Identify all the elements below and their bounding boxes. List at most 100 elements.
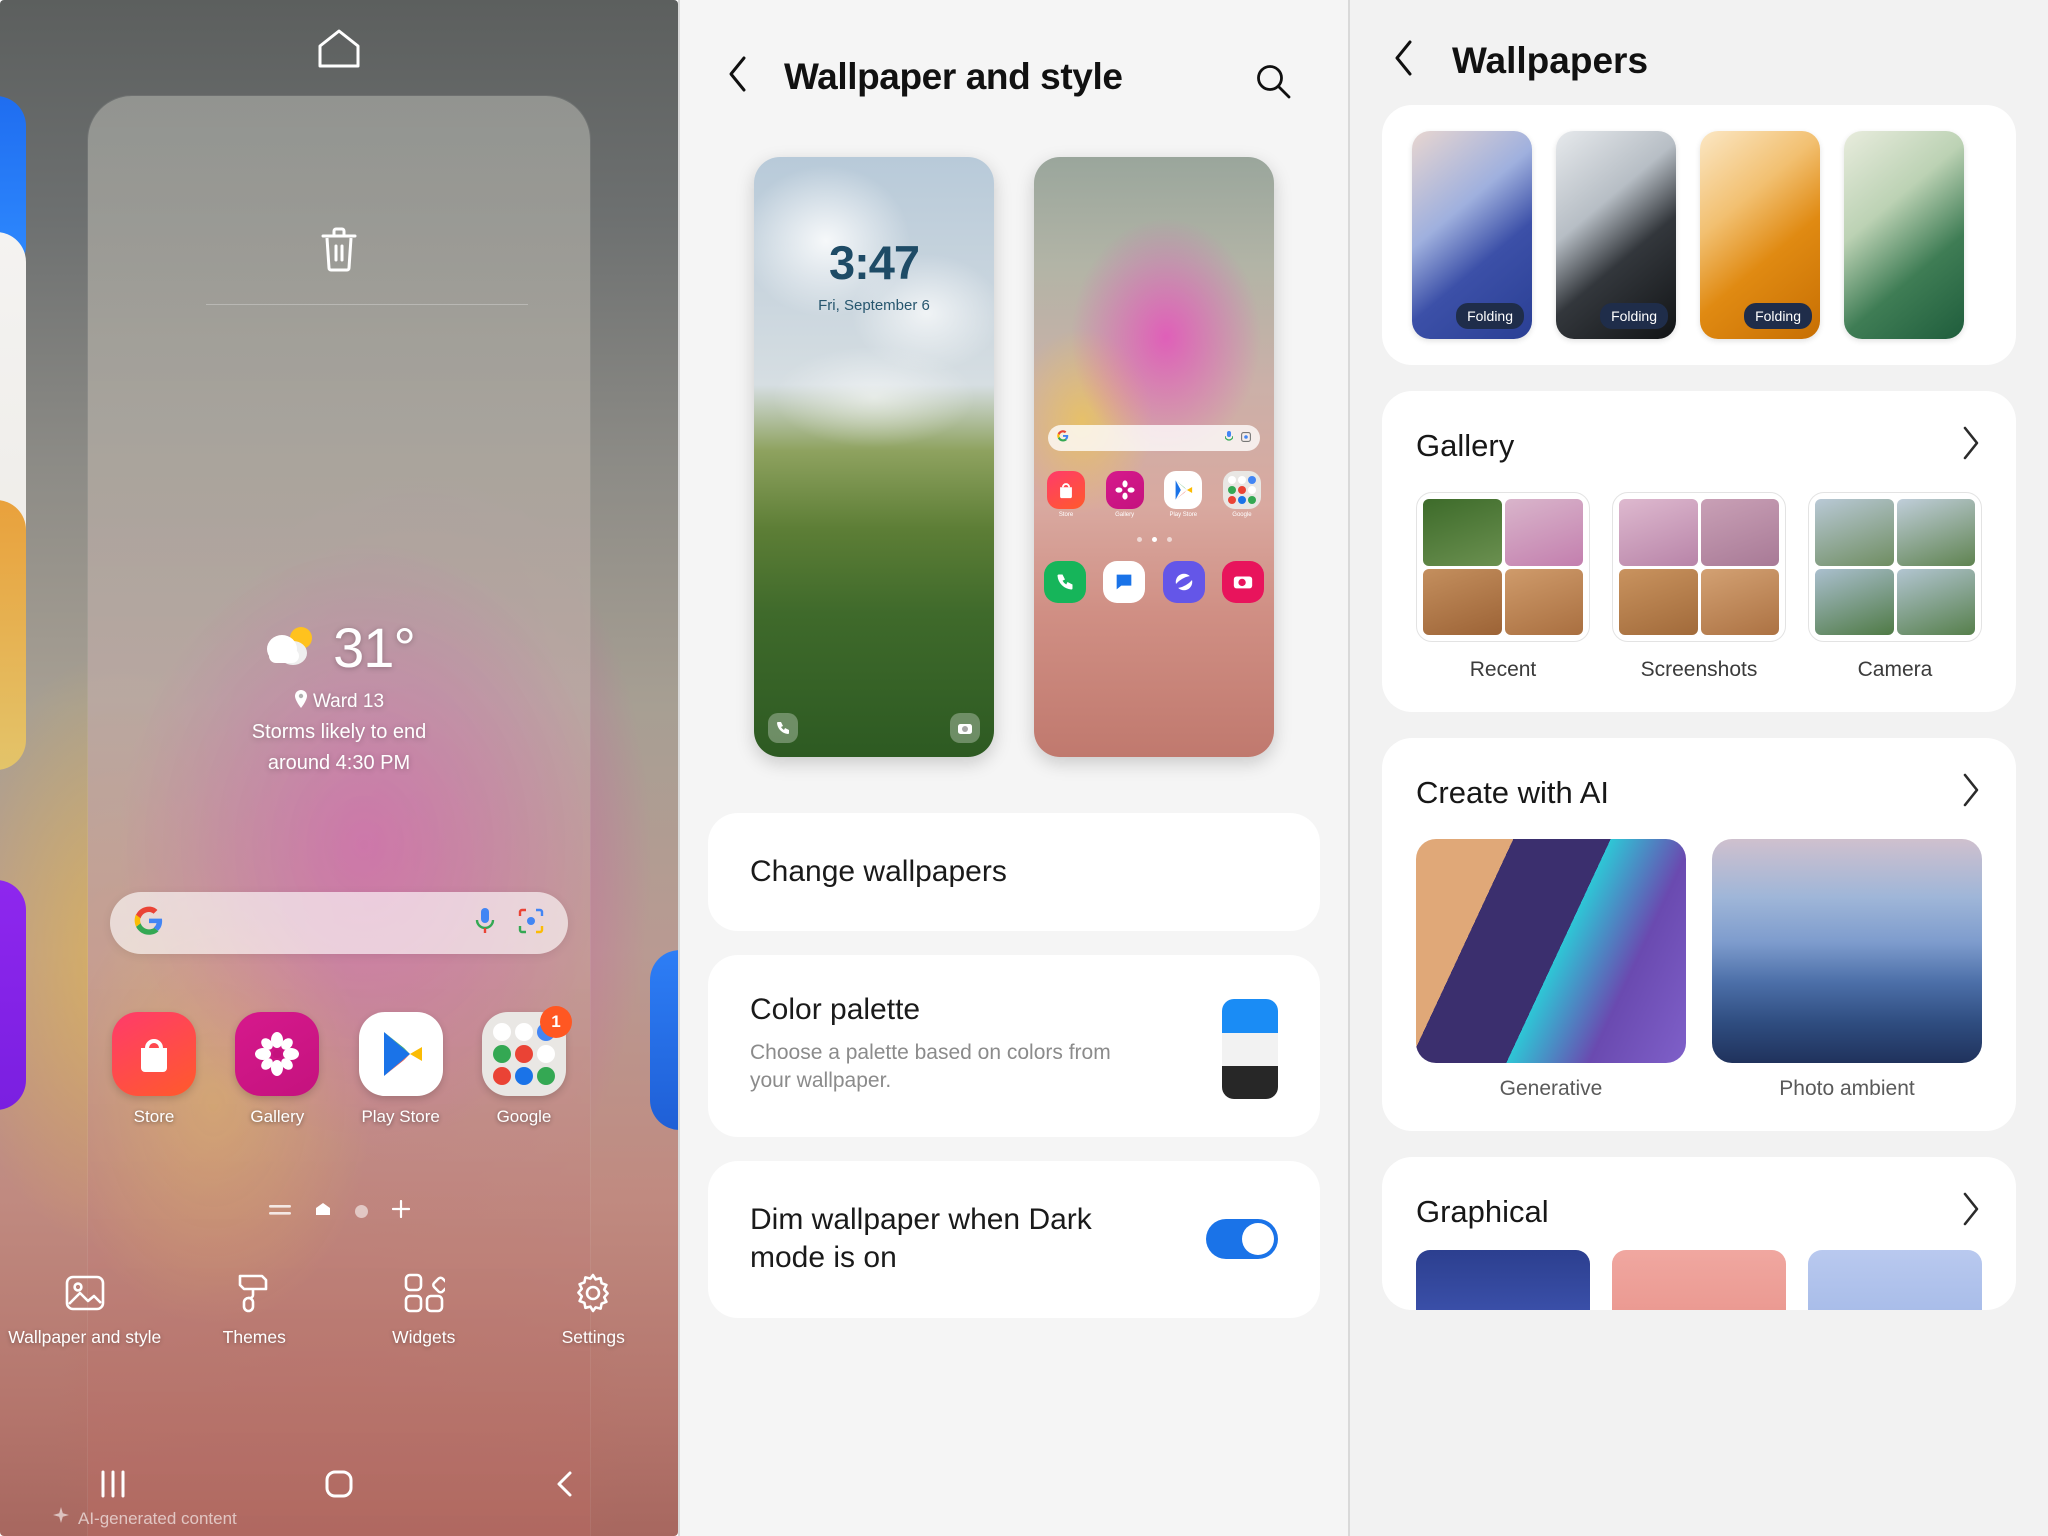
graphical-thumb[interactable] xyxy=(1808,1250,1982,1310)
toolbar-settings[interactable]: Settings xyxy=(509,1270,679,1348)
page-dot xyxy=(1151,537,1157,542)
gallery-items: Recent Screenshots Camera xyxy=(1382,466,2016,712)
divider xyxy=(206,304,528,305)
system-navbar xyxy=(0,1458,678,1510)
app-gallery[interactable]: Gallery xyxy=(223,1012,331,1127)
gallery-thumb xyxy=(1808,492,1982,642)
back-chevron-icon[interactable] xyxy=(1392,38,1416,83)
wallpapers-header: Wallpapers xyxy=(1350,0,2048,83)
lock-date: Fri, September 6 xyxy=(818,297,930,314)
color-palette-swatch[interactable] xyxy=(1222,999,1278,1099)
preview-app: Google xyxy=(1220,471,1264,518)
ai-item-photo-ambient[interactable]: Photo ambient xyxy=(1712,839,1982,1101)
pages-list-icon[interactable] xyxy=(268,1203,291,1221)
app-google-folder[interactable]: 1 Google xyxy=(470,1006,578,1127)
wallpaper-previews: 3:47 Fri, September 6 Store Gallery Play… xyxy=(680,157,1348,757)
folding-wallpapers-carousel[interactable]: Folding Folding Folding xyxy=(1382,105,2016,365)
ai-item-generative[interactable]: Generative xyxy=(1416,839,1686,1101)
ai-label: Photo ambient xyxy=(1779,1077,1915,1100)
color-palette-row[interactable]: Color palette Choose a palette based on … xyxy=(708,955,1320,1137)
graphical-section[interactable]: Graphical xyxy=(1382,1157,2016,1310)
app-store[interactable]: Store xyxy=(100,1012,208,1127)
graphical-thumb[interactable] xyxy=(1612,1250,1786,1310)
lock-screen-preview[interactable]: 3:47 Fri, September 6 xyxy=(754,157,994,757)
page-dot[interactable] xyxy=(354,1205,368,1218)
wallpaper-and-style-panel: Wallpaper and style 3:47 Fri, September … xyxy=(678,0,1348,1536)
phone-icon[interactable] xyxy=(768,713,798,743)
home-icon[interactable] xyxy=(316,28,362,68)
swatch-color-1 xyxy=(1222,999,1278,1033)
chevron-right-icon[interactable] xyxy=(1960,772,1982,813)
search-icon[interactable] xyxy=(1254,62,1292,105)
folding-wallpaper-thumb[interactable]: Folding xyxy=(1412,131,1532,339)
toolbar-themes[interactable]: Themes xyxy=(170,1270,340,1348)
mic-icon[interactable] xyxy=(474,906,496,941)
recents-icon[interactable] xyxy=(0,1458,226,1510)
preview-search-bar xyxy=(1048,425,1260,451)
thumb-cell xyxy=(1815,499,1894,566)
lens-icon xyxy=(1241,429,1251,447)
dim-wallpaper-row[interactable]: Dim wallpaper when Dark mode is on xyxy=(708,1161,1320,1318)
preview-page-dots xyxy=(1034,537,1274,542)
gallery-item-recent[interactable]: Recent xyxy=(1416,492,1590,682)
back-chevron-icon[interactable] xyxy=(726,54,750,99)
create-with-ai-items: Generative Photo ambient xyxy=(1382,813,2016,1131)
graphical-header[interactable]: Graphical xyxy=(1382,1157,2016,1232)
toolbar-wallpaper-and-style[interactable]: Wallpaper and style xyxy=(0,1270,170,1348)
peek-page-right-1 xyxy=(650,950,678,1130)
google-folder-icon: 1 xyxy=(481,1006,572,1096)
app-label: Play Store xyxy=(361,1107,440,1126)
preview-app-label: Store xyxy=(1058,512,1074,518)
add-page-icon[interactable] xyxy=(391,1199,410,1223)
app-label: Google xyxy=(496,1107,552,1126)
folding-wallpaper-thumb[interactable]: Folding xyxy=(1556,131,1676,339)
home-screen-edit-panel: 31° Ward 13 Storms likely to end around … xyxy=(0,0,678,1536)
camera-icon[interactable] xyxy=(950,713,980,743)
swatch-color-2 xyxy=(1222,1033,1278,1066)
trash-icon[interactable] xyxy=(317,224,361,279)
page-dot xyxy=(1166,537,1172,542)
thumb-cell xyxy=(1619,499,1698,566)
ai-thumb xyxy=(1416,839,1686,1063)
google-folder-icon xyxy=(1222,471,1261,509)
gallery-thumb xyxy=(1416,492,1590,642)
app-play-store[interactable]: Play Store xyxy=(347,1012,455,1127)
folding-wallpaper-thumb[interactable] xyxy=(1844,131,1964,339)
folding-wallpaper-thumb[interactable]: Folding xyxy=(1700,131,1820,339)
toolbar-label: Wallpaper and style xyxy=(8,1327,162,1347)
back-chevron-icon[interactable] xyxy=(452,1458,678,1510)
folder-app xyxy=(492,1067,511,1085)
create-with-ai-section[interactable]: Create with AI Generative Photo ambient xyxy=(1382,738,2016,1131)
toolbar-label: Widgets xyxy=(392,1327,456,1347)
google-search-bar[interactable] xyxy=(110,892,568,954)
folding-badge: Folding xyxy=(1456,303,1524,329)
gallery-item-screenshots[interactable]: Screenshots xyxy=(1612,492,1786,682)
home-page-dot-icon[interactable] xyxy=(315,1202,331,1221)
toolbar-widgets[interactable]: Widgets xyxy=(339,1270,509,1348)
gallery-item-camera[interactable]: Camera xyxy=(1808,492,1982,682)
three-panel-screenshot: 31° Ward 13 Storms likely to end around … xyxy=(0,0,2048,1536)
home-screen-preview[interactable]: Store Gallery Play Store Google xyxy=(1034,157,1274,757)
weather-widget[interactable]: 31° Ward 13 Storms likely to end around … xyxy=(0,620,678,776)
chevron-right-icon[interactable] xyxy=(1960,1191,1982,1232)
store-bag-icon xyxy=(112,1012,196,1096)
folding-badge: Folding xyxy=(1600,303,1668,329)
google-g-icon xyxy=(1057,429,1069,447)
lock-shortcuts xyxy=(768,713,980,743)
create-with-ai-header[interactable]: Create with AI xyxy=(1382,738,2016,813)
gallery-section-header[interactable]: Gallery xyxy=(1382,391,2016,466)
create-with-ai-title: Create with AI xyxy=(1416,774,1609,810)
preview-app: Store xyxy=(1044,471,1088,518)
graphical-thumb[interactable] xyxy=(1416,1250,1590,1310)
graphical-thumbs xyxy=(1382,1232,2016,1310)
home-square-icon[interactable] xyxy=(226,1458,452,1510)
preview-app-label: Gallery xyxy=(1115,512,1135,518)
change-wallpapers-row[interactable]: Change wallpapers xyxy=(708,813,1320,931)
ai-label: Generative xyxy=(1499,1077,1603,1100)
chevron-right-icon[interactable] xyxy=(1960,425,1982,466)
lens-icon[interactable] xyxy=(518,908,544,939)
dim-wallpaper-toggle[interactable] xyxy=(1206,1219,1278,1260)
play-store-icon xyxy=(1164,471,1203,509)
gallery-section[interactable]: Gallery Recent Screenshots Camera xyxy=(1382,391,2016,712)
preview-app-row: Store Gallery Play Store Google xyxy=(1044,471,1264,518)
